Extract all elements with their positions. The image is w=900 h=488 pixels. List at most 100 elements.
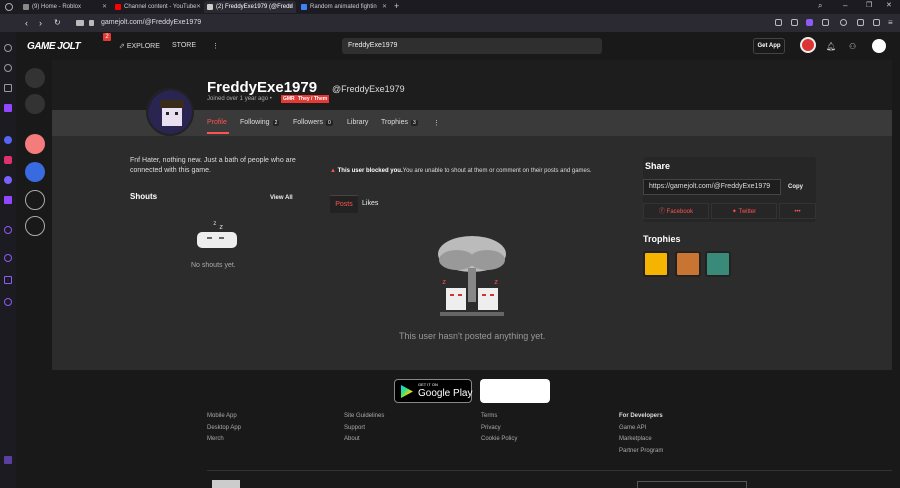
blocked-notice: ▲ This user blocked you.You are unable t…	[320, 160, 620, 182]
facebook-share-button[interactable]: ⓕ Facebook	[643, 203, 709, 219]
more-menu-icon[interactable]: ⋮	[212, 42, 219, 50]
separator-dot: •	[269, 96, 272, 102]
tab-following[interactable]: Following 2	[240, 119, 280, 126]
download-icon[interactable]	[873, 19, 880, 26]
more-share-button[interactable]: •••	[779, 203, 816, 219]
profile-display-name: FreddyExe1979	[207, 79, 318, 96]
settings-icon[interactable]	[840, 19, 847, 26]
instagram-icon[interactable]	[4, 156, 12, 164]
tab-profile[interactable]: Profile	[207, 119, 227, 126]
footer-link[interactable]: Game API	[619, 425, 646, 431]
tab-posts[interactable]: Posts	[330, 195, 358, 213]
speed-dial-icon[interactable]	[4, 64, 12, 72]
cube-icon[interactable]	[4, 276, 12, 284]
footer-link[interactable]: Partner Program	[619, 448, 663, 454]
close-tab-icon[interactable]: ✕	[102, 1, 107, 13]
home-icon[interactable]	[25, 68, 45, 88]
app-store-button[interactable]	[480, 379, 550, 403]
friends-icon[interactable]: ⚇	[849, 42, 856, 51]
bell-icon[interactable]: 🔔︎	[826, 42, 836, 51]
footer-link[interactable]: Support	[344, 425, 365, 431]
vpn-icon[interactable]	[806, 19, 813, 26]
history-icon[interactable]	[4, 254, 12, 262]
twitter-label: Twitter	[738, 209, 757, 215]
store-link[interactable]: STORE	[172, 42, 196, 49]
smiley-trophy-icon[interactable]	[643, 251, 669, 277]
menu-icon[interactable]: ≡	[888, 18, 893, 27]
explore-link[interactable]: ⬀ EXPLORE	[119, 42, 160, 50]
discord-icon[interactable]	[4, 176, 12, 184]
footer-link[interactable]: Desktop App	[207, 425, 241, 431]
user-avatar[interactable]	[872, 39, 886, 53]
footer-link[interactable]: About	[344, 436, 360, 442]
search-communities-icon[interactable]	[25, 190, 45, 210]
footer-link[interactable]: Terms	[481, 413, 497, 419]
browser-tab-random[interactable]: Random animated fightin ✕	[298, 1, 390, 13]
sidebar-toggle-icon[interactable]	[4, 456, 12, 464]
browser-tab-gamejolt[interactable]: (2) FreddyExe1979 (@Fredd ✕	[204, 1, 296, 13]
shopping-icon[interactable]	[4, 84, 12, 92]
view-all-shouts-button[interactable]: View All	[270, 195, 293, 201]
reload-icon[interactable]: ↻	[54, 17, 61, 29]
twitch-icon[interactable]	[4, 104, 12, 112]
tab-label: Random animated fightin	[310, 4, 377, 10]
send-icon[interactable]	[822, 19, 829, 26]
browser-tab-roblox[interactable]: (9) Home - Roblox ✕	[20, 1, 110, 13]
screenshot-icon[interactable]	[775, 19, 782, 26]
footer-language-select[interactable]	[637, 481, 747, 488]
gear-icon[interactable]	[4, 298, 12, 306]
library-icon[interactable]	[25, 94, 45, 114]
maximize-icon[interactable]: ❐	[866, 1, 872, 9]
profile-avatar[interactable]	[146, 88, 194, 136]
footer-link[interactable]: Cookie Policy	[481, 436, 517, 442]
footer-divider	[207, 470, 892, 471]
tab-followers[interactable]: Followers 0	[293, 119, 333, 126]
close-tab-icon[interactable]: ✕	[382, 1, 387, 13]
coin-icon[interactable]	[800, 37, 816, 53]
warning-icon: ▲	[330, 168, 336, 174]
add-community-icon[interactable]	[25, 216, 45, 236]
twitch-sidebar-icon[interactable]	[4, 196, 12, 204]
twitter-share-button[interactable]: ✦ Twitter	[711, 203, 777, 219]
minimize-icon[interactable]: –	[843, 1, 847, 10]
copy-button[interactable]: Copy	[788, 179, 803, 195]
box-icon[interactable]	[857, 19, 864, 26]
share-url-field[interactable]: https://gamejolt.com/@FreddyExe1979	[643, 179, 781, 195]
facebook-label: Facebook	[666, 209, 694, 215]
gamepad-icon[interactable]	[4, 44, 12, 52]
tab-library[interactable]: Library	[347, 119, 368, 126]
footer-link[interactable]: Mobile App	[207, 413, 237, 419]
tab-likes[interactable]: Likes	[362, 195, 378, 213]
gamejolt-favicon-icon	[207, 4, 213, 10]
gamejolt-logo[interactable]: GAME JOLT	[27, 41, 81, 52]
get-app-button[interactable]: Get App	[753, 38, 785, 54]
lock-icon[interactable]	[89, 20, 94, 26]
url-field[interactable]: gamejolt.com/@FreddyExe1979	[101, 19, 201, 26]
close-tab-icon[interactable]: ✕	[288, 1, 293, 13]
camera-toolbar-icon[interactable]	[791, 19, 798, 26]
footer-link[interactable]: Marketplace	[619, 436, 652, 442]
profile-more-icon[interactable]: ⋮	[433, 119, 440, 127]
svg-text:z: z	[219, 223, 223, 231]
browser-tab-youtube[interactable]: Channel content - YouTube ✕	[112, 1, 204, 13]
messenger-icon[interactable]	[4, 136, 12, 144]
player-icon[interactable]	[4, 226, 12, 234]
robot-trophy-icon[interactable]	[705, 251, 731, 277]
tab-trophies[interactable]: Trophies 3	[381, 119, 418, 126]
number-one-trophy-icon[interactable]	[675, 251, 701, 277]
footer-logo[interactable]	[212, 480, 240, 488]
search-tabs-icon[interactable]: ⌕	[818, 1, 822, 11]
footer-link[interactable]: Site Guidelines	[344, 413, 384, 419]
back-icon[interactable]: ‹	[25, 17, 28, 29]
footer-link[interactable]: Privacy	[481, 425, 501, 431]
forward-icon[interactable]: ›	[39, 17, 42, 29]
google-play-label: Google Play	[418, 388, 473, 399]
footer-link[interactable]: Merch	[207, 436, 224, 442]
camera-icon[interactable]	[76, 20, 84, 26]
video-community-icon[interactable]	[25, 134, 45, 154]
fnf-community-icon[interactable]	[25, 162, 45, 182]
close-tab-icon[interactable]: ✕	[196, 1, 201, 13]
close-window-icon[interactable]: ✕	[886, 1, 892, 9]
new-tab-button[interactable]: +	[394, 1, 399, 11]
search-input[interactable]	[342, 38, 602, 54]
